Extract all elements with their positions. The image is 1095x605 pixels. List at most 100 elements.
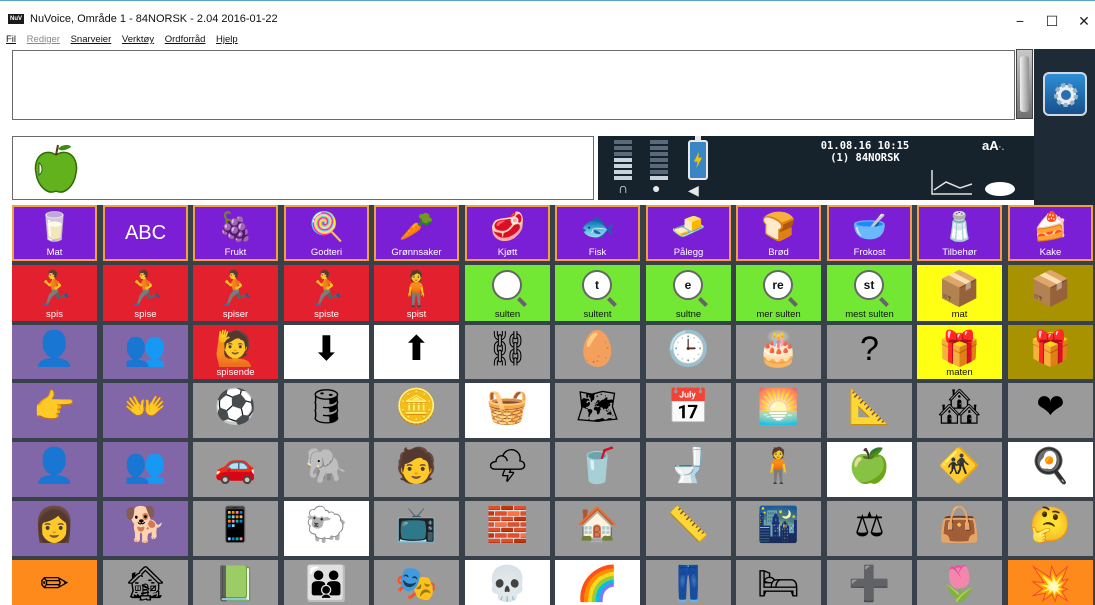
category-abc[interactable]: ABC [103, 205, 188, 261]
category-grønnsaker[interactable]: 🥕 Grønnsaker [374, 205, 459, 261]
symbol-button[interactable]: 🎁 [1008, 325, 1093, 379]
category-kake[interactable]: 🍰 Kake [1008, 205, 1093, 261]
symbol-button-spisende[interactable]: 🙋 spisende [193, 325, 278, 379]
symbol-button[interactable]: 🌅 [736, 383, 821, 438]
symbol-button[interactable]: 👖 [646, 560, 731, 605]
font-size-icon[interactable]: aA·. [982, 138, 1004, 153]
minimize-button[interactable]: − [1005, 8, 1035, 34]
symbol-button[interactable]: 🏚 [103, 560, 188, 605]
symbol-button[interactable]: 🛢 [284, 383, 369, 438]
symbol-button-spist[interactable]: 🧍 spist [374, 265, 459, 321]
symbol-button[interactable]: 🚗 [193, 442, 278, 497]
symbol-button[interactable]: 🧺 [465, 383, 550, 438]
category-tilbehør[interactable]: 🧂 Tilbehør [917, 205, 1002, 261]
maximize-button[interactable]: ☐ [1037, 8, 1067, 34]
category-kjøtt[interactable]: 🥩 Kjøtt [465, 205, 550, 261]
symbol-button[interactable]: 🧱 [465, 501, 550, 556]
symbol-button[interactable]: ⚽ [193, 383, 278, 438]
symbol-button[interactable]: 💀 [465, 560, 550, 605]
category-frukt[interactable]: 🍇 Frukt [193, 205, 278, 261]
symbol-button[interactable]: 📦 [1008, 265, 1093, 321]
symbol-button[interactable]: 🌃 [736, 501, 821, 556]
symbol-button[interactable]: 👐 [103, 383, 188, 438]
symbol-button[interactable]: 👥 [103, 325, 188, 379]
symbol-button[interactable]: 🚽 [646, 442, 731, 497]
symbol-button[interactable]: 🛏 [736, 560, 821, 605]
symbol-button[interactable]: 💥 [1008, 560, 1093, 605]
symbol-button[interactable]: 🥤 [555, 442, 640, 497]
symbol-button[interactable]: 🕒 [646, 325, 731, 379]
symbol-button[interactable]: 🎭 [374, 560, 459, 605]
symbol-button-spiser[interactable]: 🏃 spiser [193, 265, 278, 321]
menu-file[interactable]: Fil [6, 32, 16, 48]
settings-button[interactable] [1043, 72, 1087, 116]
category-fisk[interactable]: 🐟 Fisk [555, 205, 640, 261]
symbol-button[interactable]: 👜 [917, 501, 1002, 556]
symbol-button[interactable]: 🌈 [555, 560, 640, 605]
chart-icon[interactable] [930, 168, 974, 196]
symbol-button[interactable]: ? [827, 325, 912, 379]
symbol-button[interactable]: 📐 [827, 383, 912, 438]
symbol-button[interactable]: 📏 [646, 501, 731, 556]
symbol-button-spiste[interactable]: 🏃 spiste [284, 265, 369, 321]
symbol-button[interactable]: 🚸 [917, 442, 1002, 497]
symbol-button[interactable]: 🏘 [917, 383, 1002, 438]
symbol-button[interactable]: 👩 [12, 501, 97, 556]
category-brød[interactable]: 🍞 Brød [736, 205, 821, 261]
category-frokost[interactable]: 🥣 Frokost [827, 205, 912, 261]
symbol-button[interactable]: ⛓ [465, 325, 550, 379]
symbol-button[interactable]: ✏ [12, 560, 97, 605]
symbol-button[interactable]: 🎂 [736, 325, 821, 379]
symbol-button[interactable]: ⬇ [284, 325, 369, 379]
symbol-button-sultne[interactable]: e sultne [646, 265, 731, 321]
symbol-button[interactable]: 🪙 [374, 383, 459, 438]
symbol-button[interactable]: 🐕 [103, 501, 188, 556]
symbol-button[interactable]: 🍳 [1008, 442, 1093, 497]
symbol-button[interactable]: 📗 [193, 560, 278, 605]
menu-help[interactable]: Hjelp [216, 32, 238, 48]
symbol-button[interactable]: 🗺 [555, 383, 640, 438]
symbol-button-spise[interactable]: 🏃 spise [103, 265, 188, 321]
symbol-button-maten[interactable]: 🎁 maten [917, 325, 1002, 379]
symbol-button[interactable]: ❤ [1008, 383, 1093, 438]
symbol-button[interactable]: 👥 [103, 442, 188, 497]
category-mat[interactable]: 🥛 Mat [12, 205, 97, 261]
symbol-button[interactable]: 📺 [374, 501, 459, 556]
symbol-button[interactable]: 👪 [284, 560, 369, 605]
symbol-button-spis[interactable]: 🏃 spis [12, 265, 97, 321]
menu-edit[interactable]: Rediger [27, 32, 60, 48]
symbol-button-mat[interactable]: 📦 mat [917, 265, 1002, 321]
symbol-button[interactable]: 📅 [646, 383, 731, 438]
menu-vocabulary[interactable]: Ordforråd [165, 32, 206, 48]
symbol-button-sultent[interactable]: t sultent [555, 265, 640, 321]
speech-bubble-icon[interactable] [985, 182, 1015, 196]
symbol-button[interactable]: 🧍 [736, 442, 821, 497]
symbol-button[interactable]: 🥚 [555, 325, 640, 379]
symbol-button[interactable]: 🍏 [827, 442, 912, 497]
symbol-button-mer-sulten[interactable]: re mer sulten [736, 265, 821, 321]
symbol-button[interactable]: ⬆ [374, 325, 459, 379]
symbol-button[interactable]: 📱 [193, 501, 278, 556]
symbol-button[interactable]: 👤 [12, 442, 97, 497]
symbol-strip[interactable] [12, 136, 594, 200]
symbol-button[interactable]: 🐑 [284, 501, 369, 556]
category-pålegg[interactable]: 🧈 Pålegg [646, 205, 731, 261]
symbol-button[interactable]: 🐘 [284, 442, 369, 497]
menu-shortcuts[interactable]: Snarveier [71, 32, 112, 48]
menu-tools[interactable]: Verktøy [122, 32, 154, 48]
symbol-button[interactable]: ⚖ [827, 501, 912, 556]
symbol-button[interactable]: 🏠 [555, 501, 640, 556]
category-godteri[interactable]: 🍭 Godteri [284, 205, 369, 261]
message-window[interactable] [12, 50, 1015, 120]
symbol-button-mest-sulten[interactable]: st mest sulten [827, 265, 912, 321]
symbol-button[interactable]: 🤔 [1008, 501, 1093, 556]
message-scrollbar[interactable] [1016, 49, 1033, 119]
symbol-button[interactable]: ➕ [827, 560, 912, 605]
symbol-button[interactable]: 🧑 [374, 442, 459, 497]
symbol-button[interactable]: 🌩 [465, 442, 550, 497]
symbol-button-sulten[interactable]: sulten [465, 265, 550, 321]
symbol-button[interactable]: 👉 [12, 383, 97, 438]
close-button[interactable]: ✕ [1069, 8, 1095, 34]
symbol-button[interactable]: 👤 [12, 325, 97, 379]
symbol-button[interactable]: 🌷 [917, 560, 1002, 605]
